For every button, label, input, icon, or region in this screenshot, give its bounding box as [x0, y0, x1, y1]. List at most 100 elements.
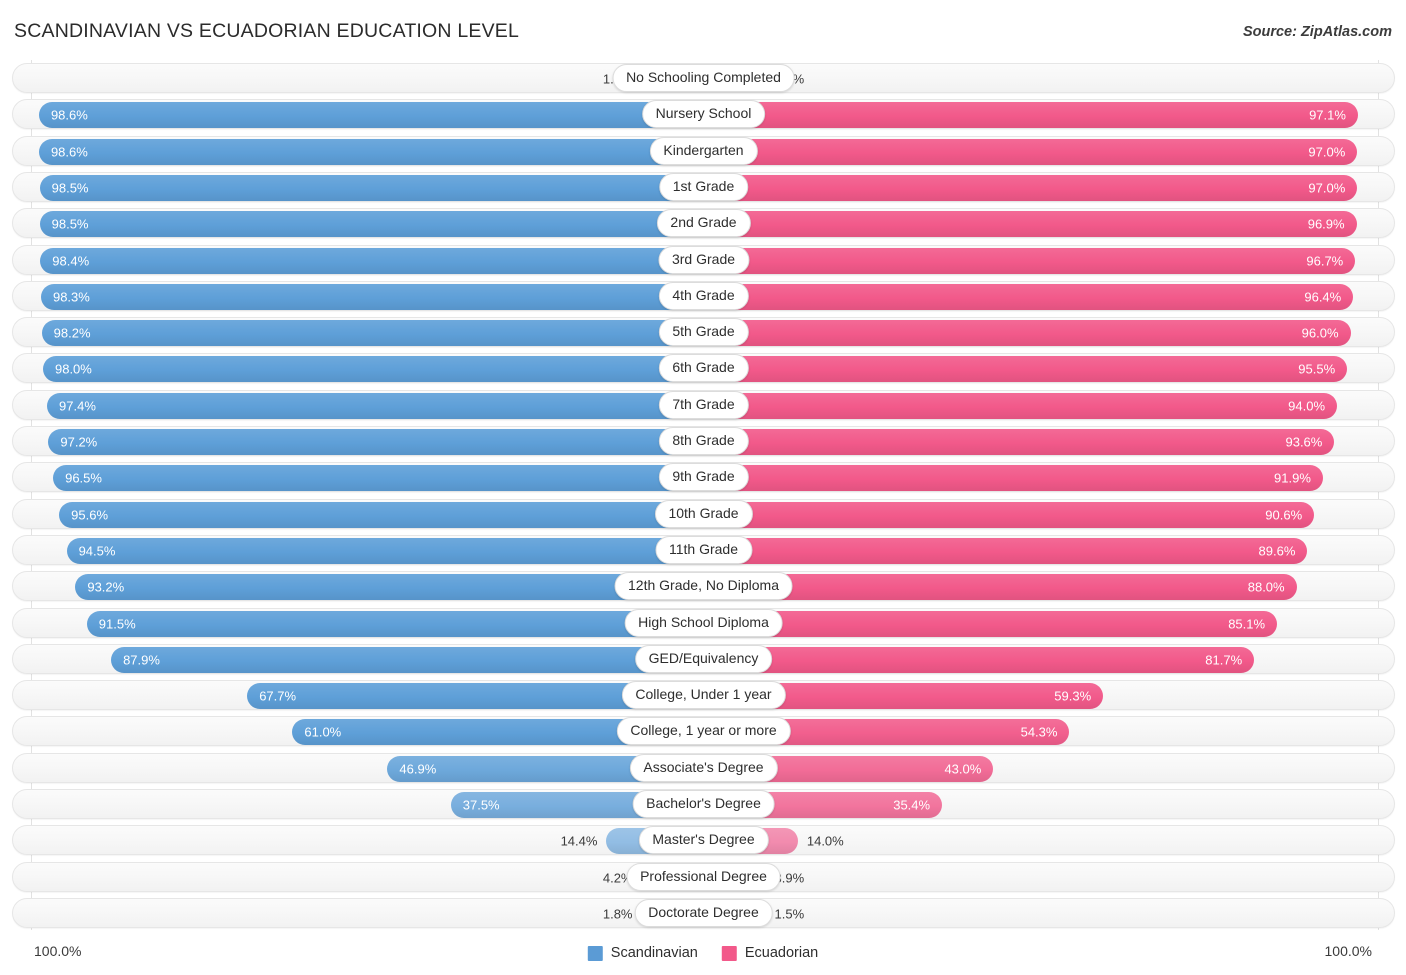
bar-scandinavian: 87.9%	[111, 646, 704, 673]
chart-row: 98.0% 95.5% 6th Grade	[12, 353, 1395, 384]
bar-value-label: 90.6%	[1265, 507, 1303, 523]
chart-row: 96.5% 91.9% 9th Grade	[12, 462, 1395, 493]
bar-value-label: 98.6%	[50, 144, 88, 160]
bar-scandinavian: 98.3%	[40, 283, 704, 310]
bar-ecuadorian: 96.7%	[703, 247, 1356, 274]
chart-row: 14.4% 14.0% Master's Degree	[12, 825, 1395, 856]
category-label[interactable]: No Schooling Completed	[612, 64, 795, 92]
chart-row: 37.5% 35.4% Bachelor's Degree	[12, 789, 1395, 819]
bar-value-label: 94.5%	[78, 543, 116, 559]
bar-value-label: 96.5%	[65, 470, 102, 486]
bar-ecuadorian: 95.5%	[703, 356, 1348, 383]
chart-row: 1.8% 1.5% Doctorate Degree	[12, 897, 1395, 928]
bar-value-label: 96.9%	[1307, 216, 1345, 232]
bar-value-label: 98.3%	[52, 289, 90, 305]
bar-value-label: 37.5%	[462, 797, 500, 813]
bar-value-label: 98.5%	[51, 180, 89, 196]
chart-row: 98.4% 96.7% 3rd Grade	[12, 244, 1395, 275]
bar-value-label: 85.1%	[1228, 616, 1266, 631]
bar-scandinavian: 98.0%	[42, 356, 704, 383]
category-label[interactable]: 9th Grade	[658, 463, 749, 492]
chart-row: 46.9% 43.0% Associate's Degree	[12, 752, 1395, 783]
category-label[interactable]: Associate's Degree	[629, 753, 778, 782]
chart-row: 87.9% 81.7% GED/Equivalency	[12, 643, 1395, 674]
chart-row: 61.0% 54.3% College, 1 year or more	[12, 716, 1395, 747]
bar-value-label: 95.6%	[71, 507, 109, 523]
category-label[interactable]: 3rd Grade	[657, 245, 750, 274]
chart-row: 97.2% 93.6% 8th Grade	[12, 426, 1395, 456]
bar-value-label: 14.0%	[806, 833, 844, 849]
category-label[interactable]: College, Under 1 year	[621, 681, 786, 710]
legend-item[interactable]: Ecuadorian	[721, 945, 818, 961]
bar-scandinavian: 98.4%	[40, 247, 704, 274]
category-label[interactable]: College, 1 year or more	[616, 717, 791, 746]
chart-row: 4.2% 3.9% Professional Degree	[12, 861, 1395, 892]
bar-value-label: 97.0%	[1308, 144, 1346, 160]
category-label[interactable]: Bachelor's Degree	[632, 790, 775, 818]
bar-value-label: 1.5%	[774, 906, 805, 922]
chart-row: 98.6% 97.0% Kindergarten	[12, 135, 1395, 166]
category-label[interactable]: 8th Grade	[658, 427, 749, 455]
category-label[interactable]: 2nd Grade	[656, 209, 751, 238]
chart-row: 91.5% 85.1% High School Diploma	[12, 607, 1395, 638]
category-label[interactable]: Nursery School	[641, 100, 766, 129]
category-label[interactable]: High School Diploma	[624, 608, 783, 637]
bar-value-label: 98.6%	[50, 107, 88, 123]
bar-scandinavian: 98.6%	[38, 138, 704, 165]
bar-value-label: 87.9%	[123, 652, 160, 668]
bar-value-label: 97.1%	[1309, 107, 1346, 123]
bar-value-label: 67.7%	[259, 688, 297, 704]
bar-ecuadorian: 89.6%	[703, 537, 1308, 564]
chart-row: 67.7% 59.3% College, Under 1 year	[12, 680, 1395, 711]
category-label[interactable]: 6th Grade	[658, 354, 749, 383]
bar-scandinavian: 98.2%	[41, 320, 704, 347]
bar-value-label: 96.4%	[1304, 289, 1342, 305]
bar-scandinavian: 98.6%	[38, 102, 704, 129]
bar-ecuadorian: 90.6%	[703, 501, 1315, 528]
category-label[interactable]: 7th Grade	[658, 390, 749, 419]
bar-value-label: 95.5%	[1298, 361, 1336, 377]
category-label[interactable]: 10th Grade	[654, 499, 753, 528]
category-label[interactable]: Doctorate Degree	[634, 898, 773, 927]
bar-ecuadorian: 96.0%	[703, 320, 1351, 347]
bar-value-label: 88.0%	[1247, 579, 1285, 595]
bar-value-label: 98.4%	[52, 253, 90, 268]
category-label[interactable]: 1st Grade	[658, 172, 749, 201]
legend-swatch-icon	[587, 945, 603, 961]
bar-ecuadorian: 93.6%	[703, 429, 1335, 455]
bar-ecuadorian: 91.9%	[703, 465, 1323, 492]
category-label[interactable]: Kindergarten	[649, 136, 758, 165]
chart-row: 98.5% 97.0% 1st Grade	[12, 171, 1395, 202]
bar-value-label: 54.3%	[1020, 724, 1058, 740]
chart-row: 1.5%3.0%No Schooling Completed	[12, 63, 1395, 93]
legend-item[interactable]: Scandinavian	[587, 945, 698, 961]
bar-scandinavian: 94.5%	[66, 537, 704, 564]
chart-row: 98.5% 96.9% 2nd Grade	[12, 208, 1395, 239]
category-label[interactable]: Professional Degree	[626, 862, 781, 891]
bar-value-label: 81.7%	[1205, 652, 1243, 668]
chart-legend: Scandinavian Ecuadorian	[587, 945, 818, 961]
bar-scandinavian: 95.6%	[59, 501, 704, 528]
bar-value-label: 35.4%	[893, 797, 931, 813]
category-label[interactable]: Master's Degree	[638, 826, 769, 855]
category-label[interactable]: 4th Grade	[658, 281, 749, 310]
bar-ecuadorian: 96.9%	[703, 211, 1357, 238]
page-title: SCANDINAVIAN VS ECUADORIAN EDUCATION LEV…	[14, 20, 520, 42]
bar-value-label: 91.9%	[1274, 470, 1311, 486]
legend-swatch-icon	[721, 945, 737, 961]
bar-value-label: 89.6%	[1258, 543, 1296, 559]
bar-scandinavian: 93.2%	[75, 574, 704, 601]
legend-label: Scandinavian	[610, 945, 698, 961]
bar-value-label: 96.0%	[1301, 325, 1339, 341]
category-label[interactable]: 5th Grade	[658, 318, 749, 347]
bar-scandinavian: 97.4%	[47, 392, 704, 419]
category-label[interactable]: GED/Equivalency	[634, 644, 773, 673]
bar-value-label: 14.4%	[560, 833, 598, 849]
category-label[interactable]: 12th Grade, No Diploma	[614, 572, 793, 601]
category-label[interactable]: 11th Grade	[654, 535, 753, 564]
bar-value-label: 91.5%	[98, 616, 136, 631]
chart-row: 94.5% 89.6% 11th Grade	[12, 534, 1395, 565]
source-label: Source: ZipAtlas.com	[1242, 24, 1392, 40]
bar-value-label: 93.6%	[1285, 434, 1323, 450]
bar-scandinavian: 98.5%	[39, 174, 704, 201]
